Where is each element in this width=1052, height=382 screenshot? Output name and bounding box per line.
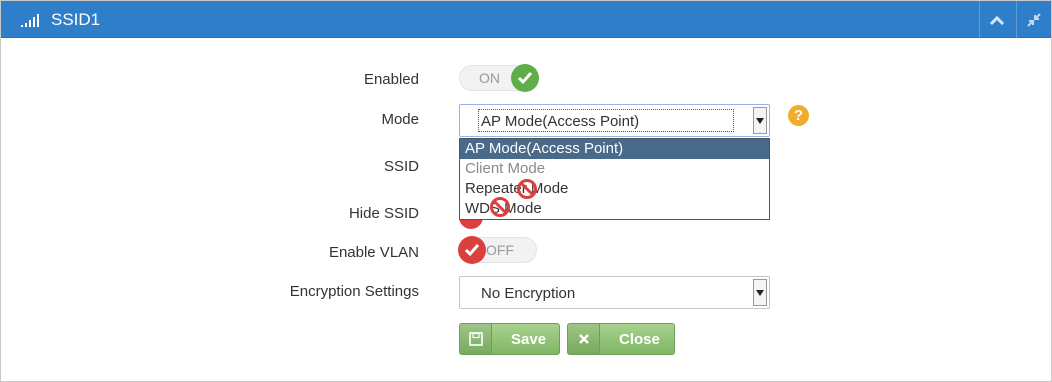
encryption-select[interactable]: No Encryption xyxy=(459,276,770,309)
signal-bars-icon xyxy=(21,14,39,27)
mode-option-ap[interactable]: AP Mode(Access Point) xyxy=(460,139,769,159)
mode-option-client[interactable]: Client Mode xyxy=(460,159,769,179)
compress-icon xyxy=(1026,12,1041,27)
floppy-disk-icon xyxy=(468,332,483,346)
check-icon xyxy=(464,244,480,257)
encryption-select-value: No Encryption xyxy=(481,285,576,302)
vlan-knob[interactable] xyxy=(458,236,486,264)
enabled-knob[interactable] xyxy=(511,64,539,92)
not-allowed-icon xyxy=(490,197,510,217)
not-allowed-icon xyxy=(517,179,537,199)
save-icon-box xyxy=(460,324,492,354)
save-button-label: Save xyxy=(511,331,547,348)
close-icon xyxy=(578,334,589,344)
save-button[interactable]: Save xyxy=(459,323,560,355)
encryption-label: Encryption Settings xyxy=(289,283,419,300)
title-bar: SSID1 xyxy=(1,1,1051,38)
help-icon[interactable]: ? xyxy=(788,105,809,126)
ssid-settings-panel: SSID1 Enabled ON Mode AP Mode(Access Poi… xyxy=(0,0,1052,382)
check-icon xyxy=(517,72,533,85)
enable-vlan-label: Enable VLAN xyxy=(328,244,419,261)
hide-ssid-label: Hide SSID xyxy=(348,205,419,222)
close-icon-box xyxy=(568,324,600,354)
mode-label: Mode xyxy=(381,111,419,128)
enabled-label: Enabled xyxy=(363,71,419,88)
close-button-label: Close xyxy=(619,331,660,348)
caret-down-icon xyxy=(756,289,764,296)
window-title: SSID1 xyxy=(51,10,101,29)
collapse-button[interactable] xyxy=(979,1,1013,38)
enabled-toggle-text: ON xyxy=(479,70,500,86)
mode-select-value: AP Mode(Access Point) xyxy=(481,113,640,130)
mode-select-arrow[interactable] xyxy=(753,107,767,134)
caret-down-icon xyxy=(756,117,764,124)
vlan-toggle-text: OFF xyxy=(486,242,514,258)
ssid-label: SSID xyxy=(383,158,419,175)
chevron-up-icon xyxy=(989,15,1004,25)
compress-button[interactable] xyxy=(1016,1,1050,38)
encryption-select-arrow[interactable] xyxy=(753,279,767,306)
close-button[interactable]: Close xyxy=(567,323,675,355)
mode-select[interactable]: AP Mode(Access Point) xyxy=(459,104,770,137)
